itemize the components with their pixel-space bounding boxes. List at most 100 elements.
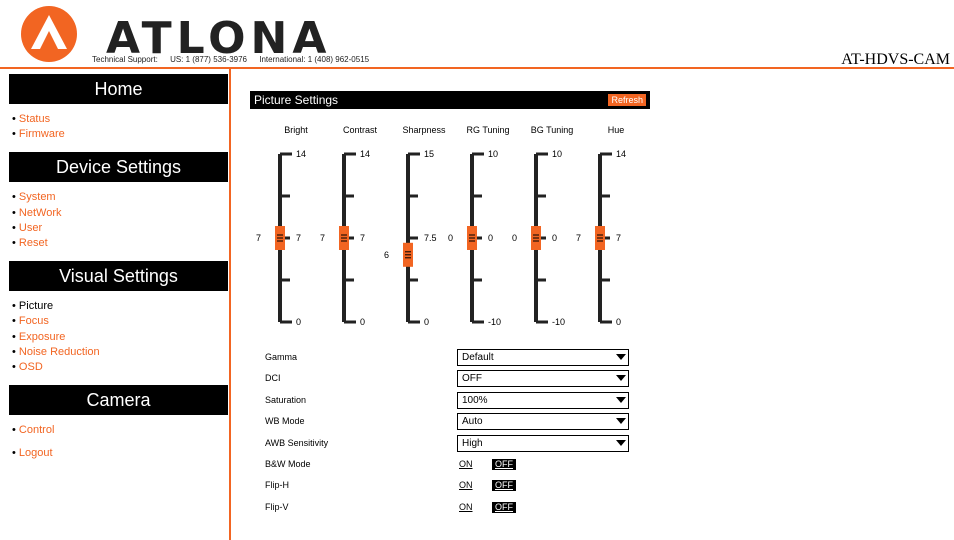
slider-value-label: 7	[256, 233, 261, 243]
refresh-button[interactable]: Refresh	[608, 94, 646, 106]
slider-tick	[280, 152, 292, 156]
nav-item-osd[interactable]: OSD	[12, 360, 228, 375]
select-value: OFF	[462, 373, 482, 385]
section-visual-settings: Visual Settings	[9, 261, 228, 292]
saturation-select[interactable]: 100%	[457, 391, 629, 409]
field-label-dci: DCI	[265, 373, 281, 384]
nav-item-firmware[interactable]: Firmware	[12, 127, 228, 142]
slider-sharpness[interactable]: 15 7.5 0 6	[382, 146, 446, 331]
field-label-bandw-mode: B&W Mode	[265, 459, 311, 469]
slider-tick	[472, 320, 484, 324]
bandw-mode-off-button[interactable]: OFF	[492, 459, 516, 470]
slider-tick	[408, 194, 418, 198]
nav-list: StatusFirmware	[9, 104, 228, 152]
section-home: Home	[9, 74, 228, 104]
slider-label-bright: Bright	[284, 125, 308, 135]
dropdown-arrow-icon	[616, 439, 626, 446]
slider-mid-label: 7	[616, 233, 621, 243]
slider-bg-tuning[interactable]: 10 0 -10 0	[510, 146, 574, 331]
bandw-mode-on-button[interactable]: ON	[459, 459, 473, 469]
slider-bright[interactable]: 14 7 0 7	[254, 146, 318, 331]
slider-tick	[472, 278, 482, 282]
select-value: 100%	[462, 394, 488, 406]
slider-tick	[536, 320, 548, 324]
slider-mid-label: 7	[360, 233, 365, 243]
support-label: Technical Support:	[92, 55, 158, 64]
dropdown-arrow-icon	[616, 354, 626, 360]
nav-item-focus[interactable]: Focus	[12, 314, 228, 329]
nav-item-logout[interactable]: Logout	[12, 446, 228, 461]
slider-hue[interactable]: 14 7 0 7	[574, 146, 638, 331]
nav-list: Control Logout	[9, 415, 228, 471]
flip-h-off-button[interactable]: OFF	[492, 480, 516, 492]
slider-value-label: 7	[320, 233, 325, 243]
sidebar-divider	[229, 69, 231, 540]
select-value: High	[462, 437, 483, 449]
slider-tick	[280, 194, 290, 198]
slider-mid-label: 0	[488, 233, 493, 243]
slider-tick	[472, 152, 484, 156]
slider-tick	[536, 152, 548, 156]
slider-contrast[interactable]: 14 7 0 7	[318, 146, 382, 331]
nav-list: PictureFocusExposureNoise ReductionOSD	[9, 291, 228, 385]
flip-v-off-button[interactable]: OFF	[492, 501, 516, 513]
slider-tick	[408, 152, 420, 156]
slider-tick	[536, 194, 546, 198]
slider-mid-label: 7.5	[424, 233, 437, 243]
slider-tick	[600, 152, 612, 156]
slider-value-label: 6	[384, 250, 389, 260]
slider-min-label: 0	[424, 317, 429, 327]
dropdown-arrow-icon	[616, 396, 626, 403]
sidebar: HomeStatusFirmwareDevice SettingsSystemN…	[9, 74, 228, 472]
slider-min-label: 0	[360, 317, 365, 327]
dropdown-arrow-icon	[616, 375, 626, 382]
slider-max-label: 14	[360, 149, 370, 159]
slider-max-label: 10	[488, 149, 498, 159]
section-device-settings: Device Settings	[9, 152, 228, 183]
slider-tick	[472, 194, 482, 198]
slider-label-contrast: Contrast	[342, 125, 377, 135]
nav-item-system[interactable]: System	[12, 190, 228, 205]
header-divider	[0, 67, 954, 69]
slider-value-label: 0	[512, 233, 517, 243]
dropdown-arrow-icon	[616, 418, 626, 425]
field-label-wb-mode: WB Mode	[265, 416, 305, 427]
slider-min-label: -10	[552, 317, 565, 327]
nav-item-reset[interactable]: Reset	[12, 236, 228, 251]
nav-item-user[interactable]: User	[12, 221, 228, 236]
support-info: Technical Support: US: 1 (877) 536-3976 …	[92, 55, 379, 64]
slider-tick	[600, 194, 610, 198]
slider-tick	[344, 194, 354, 198]
slider-tick	[600, 320, 612, 324]
slider-tick	[408, 236, 418, 240]
slider-max-label: 14	[616, 149, 626, 159]
awb-sensitivity-select[interactable]: High	[457, 434, 629, 452]
slider-value-label: 0	[448, 233, 453, 243]
atlona-logo-icon	[21, 6, 77, 62]
nav-item-network[interactable]: NetWork	[12, 206, 228, 221]
nav-item-exposure[interactable]: Exposure	[12, 330, 228, 345]
slider-rg-tuning[interactable]: 10 0 -10 0	[446, 146, 510, 331]
flip-v-on-button[interactable]: ON	[459, 502, 473, 512]
slider-label-sharpness: Sharpness	[402, 125, 446, 135]
wb-mode-select[interactable]: Auto	[457, 413, 629, 431]
field-label-awb-sensitivity: AWB Sensitivity	[265, 437, 329, 448]
slider-min-label: -10	[488, 317, 501, 327]
slider-mid-label: 0	[552, 233, 557, 243]
flip-h-on-button[interactable]: ON	[459, 480, 473, 490]
panel-header: Picture Settings Refresh	[250, 91, 650, 109]
slider-tick	[600, 278, 610, 282]
slider-tick	[280, 320, 292, 324]
slider-label-hue: Hue	[607, 125, 625, 135]
field-label-flip-v: Flip-V	[265, 501, 289, 512]
gamma-select[interactable]: Default	[457, 349, 629, 366]
slider-min-label: 0	[616, 317, 621, 327]
slider-mid-label: 7	[296, 233, 301, 243]
slider-tick	[408, 278, 418, 282]
slider-label-bg-tuning: BG Tuning	[530, 125, 574, 135]
slider-tick	[344, 320, 356, 324]
nav-item-noise-reduction[interactable]: Noise Reduction	[12, 345, 228, 360]
nav-item-status[interactable]: Status	[12, 112, 228, 127]
nav-item-control[interactable]: Control	[12, 423, 228, 438]
dci-select[interactable]: OFF	[457, 370, 629, 388]
